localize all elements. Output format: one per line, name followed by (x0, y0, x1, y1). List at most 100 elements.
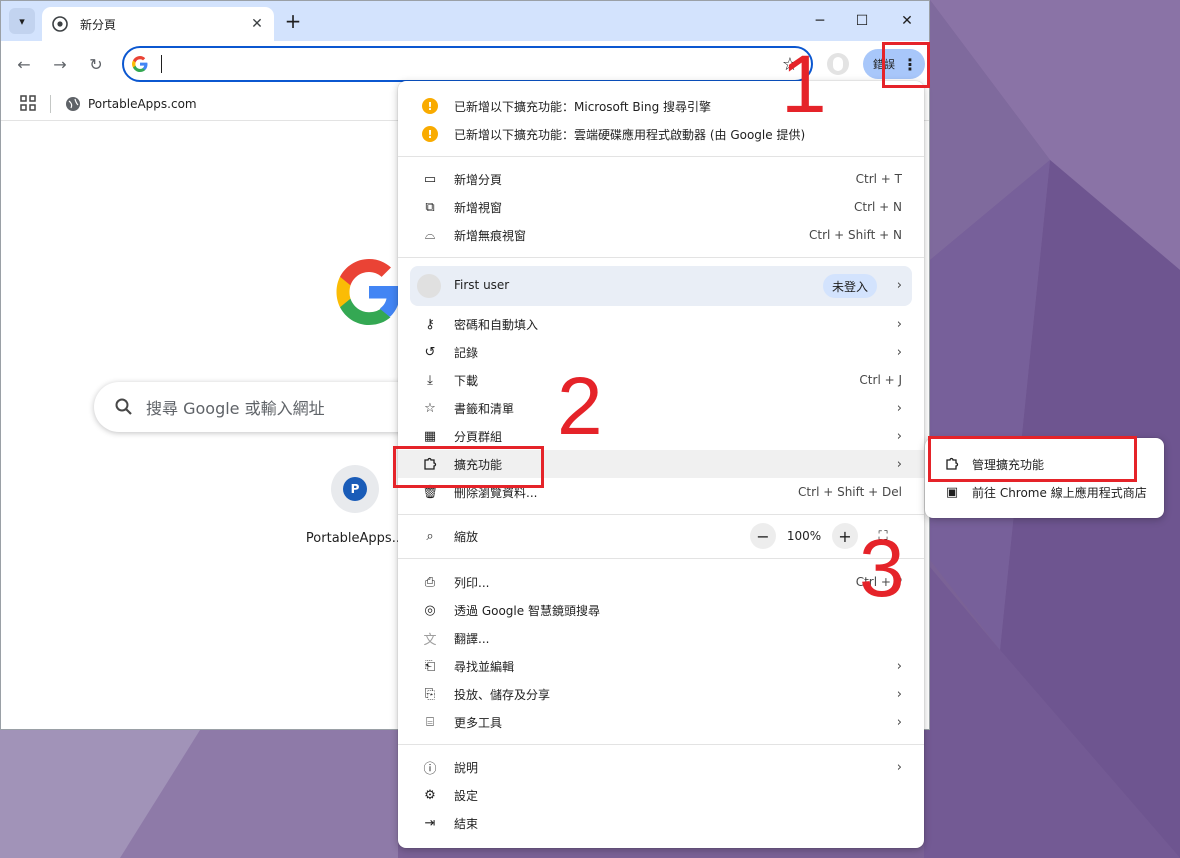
apps-grid-icon[interactable] (19, 94, 37, 112)
menu-shortcut: Ctrl + J (859, 373, 902, 387)
menu-label: 分頁群組 (454, 429, 503, 444)
menu-label: 結束 (454, 816, 479, 831)
profile-avatar-icon[interactable] (827, 53, 849, 75)
annotation-number-1: 1 (781, 39, 827, 130)
menu-notice-drive[interactable]: ! 已新增以下擴充功能：雲端硬碟應用程式啟動器 (由 Google 提供) (398, 120, 924, 148)
minimize-button[interactable]: ─ (805, 8, 835, 34)
chevron-right-icon: › (896, 344, 902, 360)
chevron-right-icon: › (896, 456, 902, 472)
history-icon: ↺ (424, 344, 436, 360)
webstore-icon: ▣ (945, 484, 959, 500)
new-tab-icon: ▭ (423, 171, 437, 187)
menu-label: 尋找並編輯 (454, 659, 515, 674)
new-tab-button[interactable]: + (281, 9, 305, 33)
menu-item-find-edit[interactable]: ⎗ 尋找並編輯 › (398, 652, 924, 680)
menu-label: 記錄 (454, 345, 479, 360)
menu-label: 投放、儲存及分享 (454, 687, 551, 702)
close-icon[interactable]: ✕ (246, 13, 268, 35)
chrome-icon (52, 16, 68, 32)
shortcut-favicon: P (343, 477, 367, 501)
menu-divider (398, 514, 924, 515)
menu-item-incognito[interactable]: ⌓ 新增無痕視窗 Ctrl + Shift + N (398, 221, 924, 249)
exit-icon: ⇥ (424, 815, 436, 831)
warning-icon: ! (421, 125, 439, 143)
address-input[interactable] (166, 52, 779, 76)
text-caret (161, 55, 162, 73)
chevron-right-icon: › (896, 759, 902, 775)
reload-icon[interactable]: ↻ (84, 52, 108, 76)
globe-icon (66, 97, 80, 111)
menu-divider (398, 558, 924, 559)
menu-item-lens[interactable]: ◎ 透過 Google 智慧鏡頭搜尋 (398, 596, 924, 624)
find-page-icon: ⎗ (424, 658, 436, 674)
bookmark-portableapps[interactable]: PortableApps.com (65, 93, 197, 115)
menu-label: 透過 Google 智慧鏡頭搜尋 (454, 603, 600, 618)
menu-item-translate[interactable]: 文 翻譯... (398, 624, 924, 652)
close-window-button[interactable]: ✕ (892, 8, 922, 34)
bookmarks-separator (50, 95, 51, 113)
gear-icon: ⚙ (424, 787, 436, 803)
search-icon (115, 398, 132, 415)
menu-label: 新增無痕視窗 (454, 228, 527, 243)
menu-item-more-tools[interactable]: ⌸ 更多工具 › (398, 708, 924, 736)
tab-strip: ▾ 新分頁 ✕ + ─ ☐ ✕ (1, 1, 929, 41)
menu-item-help[interactable]: ⓘ 說明 › (398, 753, 924, 781)
annotation-number-2: 2 (557, 361, 603, 452)
menu-item-bookmarks[interactable]: ☆ 書籤和清單 › (398, 394, 924, 422)
profile-avatar-icon (417, 274, 441, 298)
menu-divider (398, 156, 924, 157)
menu-label: 翻譯... (454, 631, 490, 646)
menu-item-passwords[interactable]: ⚷ 密碼和自動填入 › (398, 310, 924, 338)
omnibox[interactable]: ☆ (122, 46, 813, 82)
maximize-button[interactable]: ☐ (847, 8, 877, 34)
menu-label: 更多工具 (454, 715, 503, 730)
menu-label: 密碼和自動填入 (454, 317, 539, 332)
menu-divider (398, 257, 924, 258)
chevron-right-icon: › (896, 428, 902, 444)
menu-notice-label: 已新增以下擴充功能：雲端硬碟應用程式啟動器 (由 Google 提供) (454, 127, 806, 142)
menu-item-exit[interactable]: ⇥ 結束 (398, 809, 924, 837)
translate-icon: 文 (423, 632, 437, 648)
shortcut-tile[interactable]: P PortableApps... (306, 465, 404, 546)
menu-item-cast-save-share[interactable]: ⎘ 投放、儲存及分享 › (398, 680, 924, 708)
tab-groups-icon: ▦ (423, 428, 437, 444)
menu-shortcut: Ctrl + T (855, 172, 902, 186)
menu-item-new-tab[interactable]: ▭ 新增分頁 Ctrl + T (398, 165, 924, 193)
google-g-icon (132, 56, 148, 72)
download-icon: ⤓ (427, 372, 433, 388)
file-share-icon: ⎘ (424, 686, 436, 702)
back-arrow-icon[interactable]: ← (12, 52, 36, 76)
zoom-in-button[interactable]: + (832, 523, 858, 549)
menu-profile-row[interactable]: First user 未登入 › (410, 266, 912, 306)
tab-new-tab[interactable]: 新分頁 ✕ (42, 7, 274, 41)
menu-label: 縮放 (454, 529, 479, 544)
zoom-icon: ⌕ (426, 528, 434, 544)
menu-label: 新增視窗 (454, 200, 503, 215)
forward-arrow-icon[interactable]: → (48, 52, 72, 76)
chevron-right-icon: › (896, 316, 902, 332)
warning-icon: ! (421, 97, 439, 115)
menu-shortcut: Ctrl + Shift + Del (798, 485, 902, 499)
submenu-label: 前往 Chrome 線上應用程式商店 (972, 485, 1147, 500)
chevron-right-icon: › (896, 714, 902, 730)
menu-item-downloads[interactable]: ⤓ 下載 Ctrl + J (398, 366, 924, 394)
menu-item-print[interactable]: ⎙ 列印... Ctrl + P (398, 568, 924, 596)
zoom-out-button[interactable]: − (750, 523, 776, 549)
chevron-right-icon: › (896, 686, 902, 702)
menu-item-new-window[interactable]: ⧉ 新增視窗 Ctrl + N (398, 193, 924, 221)
menu-notice-bing[interactable]: ! 已新增以下擴充功能：Microsoft Bing 搜尋引擎 (398, 92, 924, 120)
submenu-item-webstore[interactable]: ▣ 前往 Chrome 線上應用程式商店 (925, 478, 1164, 506)
printer-icon: ⎙ (424, 574, 436, 590)
signin-status-badge[interactable]: 未登入 (823, 274, 878, 298)
menu-item-settings[interactable]: ⚙ 設定 (398, 781, 924, 809)
toolbox-icon: ⌸ (426, 714, 434, 730)
menu-notice-label: 已新增以下擴充功能：Microsoft Bing 搜尋引擎 (454, 99, 712, 114)
annotation-number-3: 3 (859, 523, 905, 614)
tab-search-button[interactable]: ▾ (9, 8, 35, 34)
lens-icon: ◎ (424, 602, 436, 618)
menu-item-history[interactable]: ↺ 記錄 › (398, 338, 924, 366)
chevron-right-icon: › (896, 278, 902, 293)
google-logo (336, 259, 400, 325)
bookmark-label: PortableApps.com (88, 97, 197, 111)
annotation-box-2 (393, 446, 544, 488)
